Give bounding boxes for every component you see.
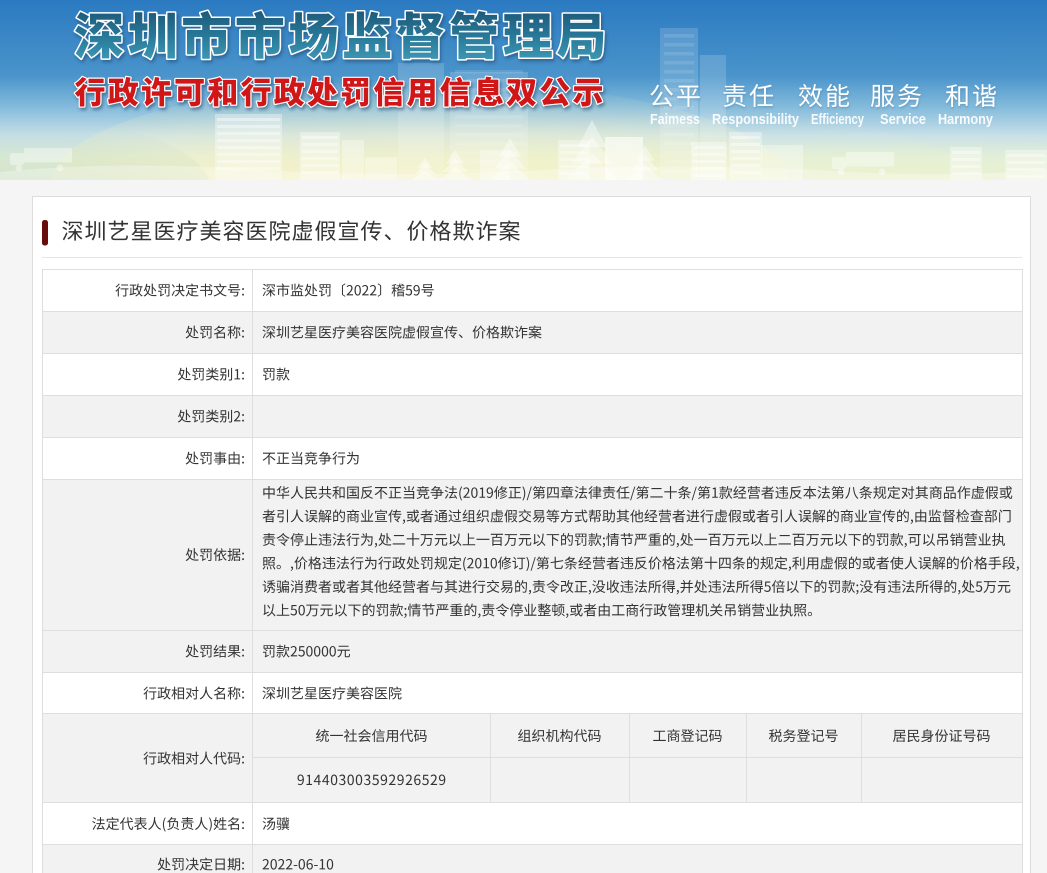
svg-text:Responsibility: Responsibility xyxy=(712,112,799,128)
svg-text:Harmony: Harmony xyxy=(938,112,993,128)
svg-text:Efficiency: Efficiency xyxy=(811,112,864,128)
svg-text:Service: Service xyxy=(880,112,926,128)
svg-text:Faimess: Faimess xyxy=(650,112,700,128)
